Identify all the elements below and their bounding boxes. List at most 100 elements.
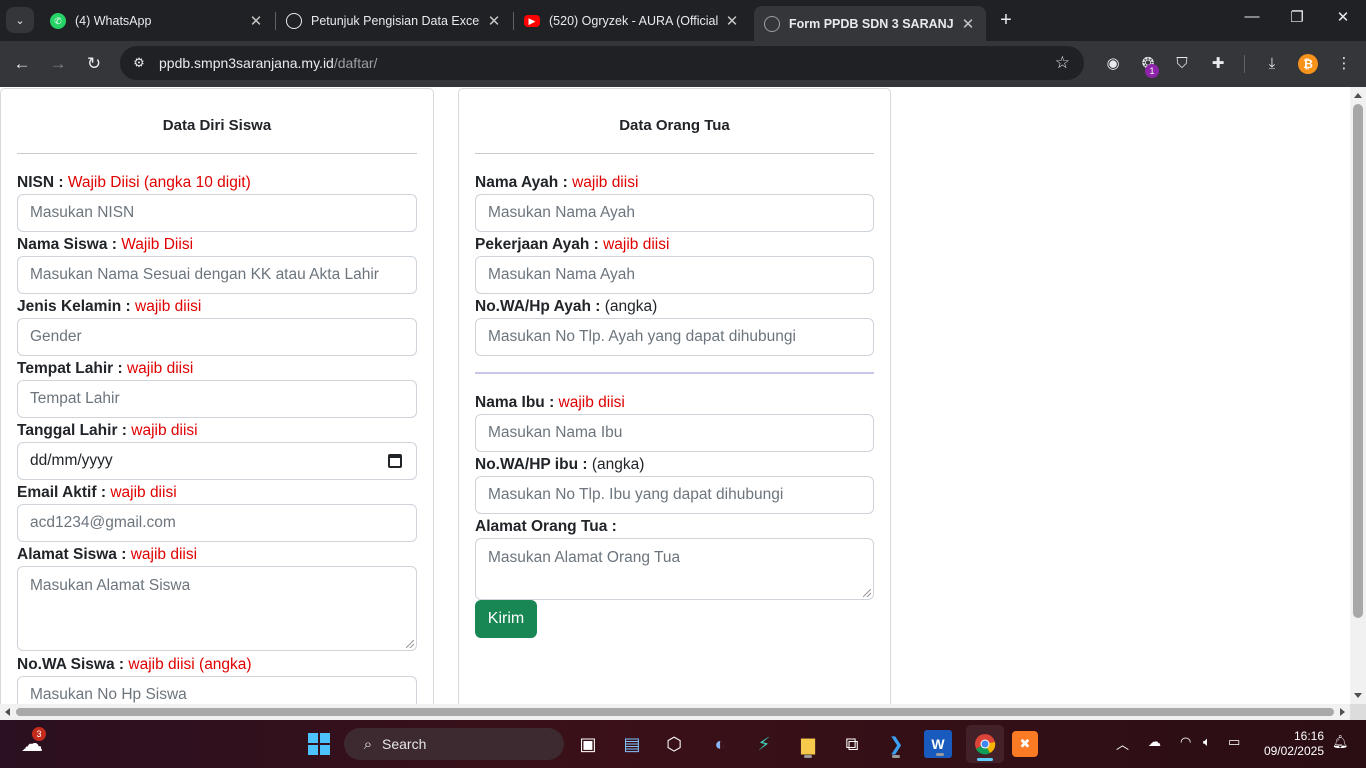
menu-kebab-icon[interactable]: ⋮ [1334,54,1354,74]
wifi-icon[interactable]: ◠ [1180,734,1191,750]
tanggal-lahir-label: Tanggal Lahir : wajib diisi [17,422,198,439]
wa-ibu-input[interactable]: Masukan No Tlp. Ibu yang dapat dihubungi [475,476,874,514]
nama-ibu-label: Nama Ibu : wajib diisi [475,394,625,411]
alamat-siswa-label: Alamat Siswa : wajib diisi [17,546,198,563]
card-heading: Data Orang Tua [475,89,874,154]
email-label: Email Aktif : wajib diisi [17,484,177,501]
xampp-icon[interactable]: ✖ [1012,731,1038,757]
kirim-button[interactable]: Kirim [475,600,537,638]
vertical-scrollbar[interactable] [1350,87,1366,704]
word-icon[interactable]: W [924,730,952,758]
data-orang-tua-card: Data Orang Tua Nama Ayah : wajib diisi M… [458,88,891,704]
site-settings-icon[interactable]: ⚙ [130,55,148,71]
gender-input[interactable]: Gender [17,318,417,356]
windows-start-icon[interactable] [303,728,335,760]
alamat-siswa-textarea[interactable]: Masukan Alamat Siswa [17,566,417,651]
scrollbar-corner [1350,704,1366,720]
volume-icon[interactable]: 🔈︎ [1203,734,1211,750]
tab-petunjuk[interactable]: Petunjuk Pengisian Data Excel ✕ [276,6,512,36]
jenis-kelamin-label: Jenis Kelamin : wajib diisi [17,298,202,315]
taskbar-clock[interactable]: 16:16 09/02/2025 [1264,729,1324,759]
running-indicator [936,753,944,756]
extension-badge: 1 [1145,64,1159,78]
bitcoin-icon[interactable]: ₿ [1298,54,1318,74]
scroll-right-arrow[interactable] [1340,708,1345,716]
wa-ayah-label: No.WA/Hp Ayah : (angka) [475,298,658,315]
close-icon[interactable]: ✕ [486,12,502,30]
card-heading: Data Diri Siswa [17,89,417,154]
tab-strip: ⌄ ✆ (4) WhatsApp ✕ Petunjuk Pengisian Da… [0,0,1366,41]
restore-button[interactable]: ❐ [1285,8,1309,26]
tab-youtube[interactable]: ▶ (520) Ogryzek - AURA (Official V ✕ [514,6,750,36]
tab-search-button[interactable]: ⌄ [6,7,34,33]
running-indicator [892,755,900,758]
alamat-orang-tua-label: Alamat Orang Tua : [475,518,617,535]
forward-button[interactable]: → [46,52,70,76]
minimize-button[interactable]: — [1240,8,1264,25]
puzzle-extensions-icon[interactable]: ✚ [1208,54,1228,74]
extension-popcorn-icon[interactable]: ◉ [1103,54,1123,74]
vpn-app-icon[interactable]: ⚡ [748,728,780,760]
address-bar[interactable]: ⚙ ppdb.smpn3saranjana.my.id/daftar/ ☆ [120,46,1084,80]
windows-taskbar: ☁ 3 ⌕ Search ▣ ▤ ⬡ ◐ ⚡ ▆ ⧉ ❯ W ✖ ︿ ☁ ◠ 🔈… [0,720,1366,768]
vscode-icon[interactable]: ❯ [880,728,912,760]
scroll-left-arrow[interactable] [5,708,10,716]
file-explorer-icon[interactable]: ▆ [792,728,824,760]
download-icon[interactable]: ⤓ [1262,54,1282,74]
toolbar-separator [1244,55,1245,73]
data-diri-siswa-card: Data Diri Siswa NISN : Wajib Diisi (angk… [0,88,434,704]
shield-icon[interactable]: ⛉ [1172,54,1192,74]
running-indicator [804,755,812,758]
browser-app-icon[interactable]: ◐ [704,728,736,760]
wa-siswa-input[interactable]: Masukan No Hp Siswa [17,676,417,704]
email-input[interactable]: acd1234@gmail.com [17,504,417,542]
calendar-icon[interactable] [388,454,402,468]
bookmark-star-icon[interactable]: ☆ [1055,53,1070,73]
chrome-icon[interactable] [966,725,1004,763]
tab-form-ppdb[interactable]: Form PPDB SDN 3 SARANJANA ✕ [754,6,986,41]
nama-siswa-input[interactable]: Masukan Nama Sesuai dengan KK atau Akta … [17,256,417,294]
close-icon[interactable]: ✕ [724,12,740,30]
notification-bell-icon[interactable]: 🔔︎ [1332,734,1349,750]
nama-ibu-input[interactable]: Masukan Nama Ibu [475,414,874,452]
new-tab-button[interactable]: + [996,9,1016,32]
close-icon[interactable]: ✕ [248,12,264,30]
globe-icon [764,15,780,32]
search-icon: ⌕ [363,735,373,753]
virtualbox-icon[interactable]: ⬡ [658,728,690,760]
taskbar-search-box[interactable]: ⌕ Search [344,728,564,760]
horizontal-scrollbar[interactable] [0,704,1350,720]
section-divider [475,372,874,374]
youtube-icon: ▶ [524,15,540,27]
pekerjaan-ayah-input[interactable]: Masukan Nama Ayah [475,256,874,294]
scrollbar-thumb[interactable] [1353,104,1363,618]
reload-button[interactable]: ↻ [82,52,106,76]
back-button[interactable]: ← [10,52,34,76]
scroll-down-arrow[interactable] [1354,693,1362,698]
onedrive-icon[interactable]: ☁ [1148,734,1161,750]
show-hidden-icons[interactable]: ︿ [1116,734,1129,753]
app-network-icon[interactable]: ⧉ [836,728,868,760]
nama-ayah-input[interactable]: Masukan Nama Ayah [475,194,874,232]
tempat-lahir-input[interactable]: Tempat Lahir [17,380,417,418]
resize-grip[interactable] [406,640,414,648]
battery-icon[interactable]: ▭ [1228,734,1240,750]
nisn-input[interactable]: Masukan NISN [17,194,417,232]
close-window-button[interactable]: ✕ [1331,8,1355,26]
task-view-icon[interactable]: ▣ [572,728,604,760]
weather-badge: 3 [32,727,46,741]
nisn-label: NISN : Wajib Diisi (angka 10 digit) [17,174,251,191]
tanggal-lahir-date-input[interactable]: dd/mm/yyyy [17,442,417,480]
alamat-orang-tua-textarea[interactable]: Masukan Alamat Orang Tua [475,538,874,600]
wa-ayah-input[interactable]: Masukan No Tlp. Ayah yang dapat dihubung… [475,318,874,356]
url-text: ppdb.smpn3saranjana.my.id/daftar/ [159,55,378,71]
whatsapp-icon: ✆ [50,13,66,29]
resize-grip[interactable] [863,589,871,597]
photos-icon[interactable]: ▤ [616,728,648,760]
scroll-up-arrow[interactable] [1354,93,1362,98]
tab-whatsapp[interactable]: ✆ (4) WhatsApp ✕ [40,6,274,36]
browser-toolbar: ← → ↻ ⚙ ppdb.smpn3saranjana.my.id/daftar… [0,41,1366,87]
scrollbar-thumb[interactable] [16,708,1334,716]
close-icon[interactable]: ✕ [960,15,976,33]
nama-siswa-label: Nama Siswa : Wajib Diisi [17,236,194,253]
